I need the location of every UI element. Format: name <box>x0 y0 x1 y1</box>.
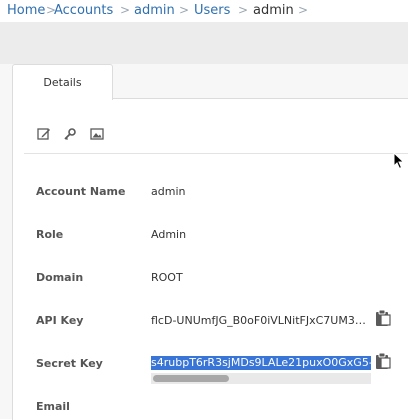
role-label: Role <box>36 228 64 241</box>
breadcrumb-account-link[interactable]: admin <box>134 3 175 18</box>
breadcrumb-current-user: admin <box>253 3 294 18</box>
account-name-value: admin <box>151 185 186 198</box>
scrollbar-thumb[interactable] <box>153 375 229 382</box>
breadcrumb-separator: > <box>120 3 131 17</box>
secret-key-scrollbar[interactable] <box>151 373 371 384</box>
secret-key-label: Secret Key <box>36 357 103 370</box>
key-icon[interactable] <box>62 126 78 142</box>
breadcrumb-users-link[interactable]: Users <box>194 3 230 18</box>
email-label: Email <box>36 400 70 413</box>
clipboard-icon[interactable] <box>374 309 392 327</box>
api-key-value[interactable]: flcD-UNUmfJG_B0oF0iVLNitFJxC7UM3Zyjl... <box>151 314 369 327</box>
mouse-cursor-icon <box>393 151 405 174</box>
api-key-label: API Key <box>36 314 84 327</box>
breadcrumb-separator: > <box>179 3 190 17</box>
divider <box>24 153 408 154</box>
detail-panel <box>12 98 408 420</box>
clipboard-icon[interactable] <box>374 352 392 370</box>
breadcrumb: Home > Accounts > admin > Users > admin … <box>0 0 408 22</box>
account-name-label: Account Name <box>36 185 126 198</box>
breadcrumb-accounts-link[interactable]: Accounts <box>54 3 113 18</box>
toolbar-band <box>0 22 408 64</box>
secret-key-value[interactable]: s4rubpT6rR3sjMDs9LALe21puxO0GxG5-KKsL <box>151 356 371 370</box>
domain-label: Domain <box>36 271 84 284</box>
breadcrumb-separator: > <box>298 3 309 17</box>
image-icon[interactable] <box>89 126 105 142</box>
tab-details[interactable]: Details <box>12 64 113 100</box>
breadcrumb-home-link[interactable]: Home <box>7 3 45 18</box>
role-value: Admin <box>151 228 187 241</box>
breadcrumb-separator: > <box>238 3 249 17</box>
domain-value: ROOT <box>151 271 183 284</box>
edit-icon[interactable] <box>36 126 52 142</box>
